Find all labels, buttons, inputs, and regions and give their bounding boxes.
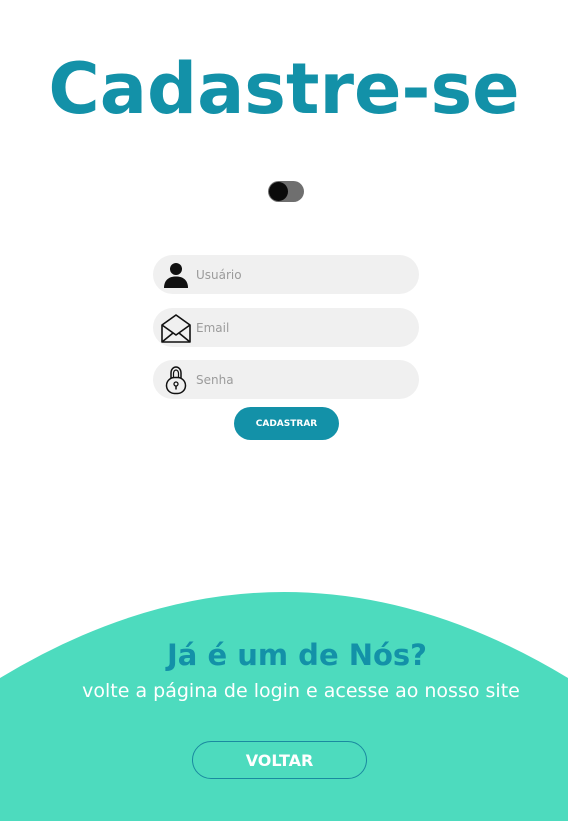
password-input[interactable] — [196, 360, 406, 399]
theme-toggle[interactable] — [268, 181, 304, 202]
password-field-wrapper — [153, 360, 419, 399]
lock-icon — [165, 366, 187, 395]
back-button[interactable]: VOLTAR — [192, 741, 367, 779]
signup-button[interactable]: CADASTRAR — [234, 407, 339, 440]
email-field-wrapper — [153, 308, 419, 347]
page-title: Cadastre-se — [48, 48, 520, 130]
login-panel-text: volte a página de login e acesse ao noss… — [82, 680, 520, 702]
login-panel-background — [0, 592, 568, 821]
signup-page: Cadastre-se Usuário Email CADASTRAR Já é… — [0, 0, 568, 821]
user-icon — [164, 263, 188, 288]
username-field-wrapper — [153, 255, 419, 294]
username-input[interactable] — [196, 255, 406, 294]
toggle-knob — [269, 182, 288, 201]
envelope-icon — [161, 314, 191, 343]
email-input[interactable] — [196, 308, 406, 347]
login-panel-heading: Já é um de Nós? — [167, 638, 427, 672]
